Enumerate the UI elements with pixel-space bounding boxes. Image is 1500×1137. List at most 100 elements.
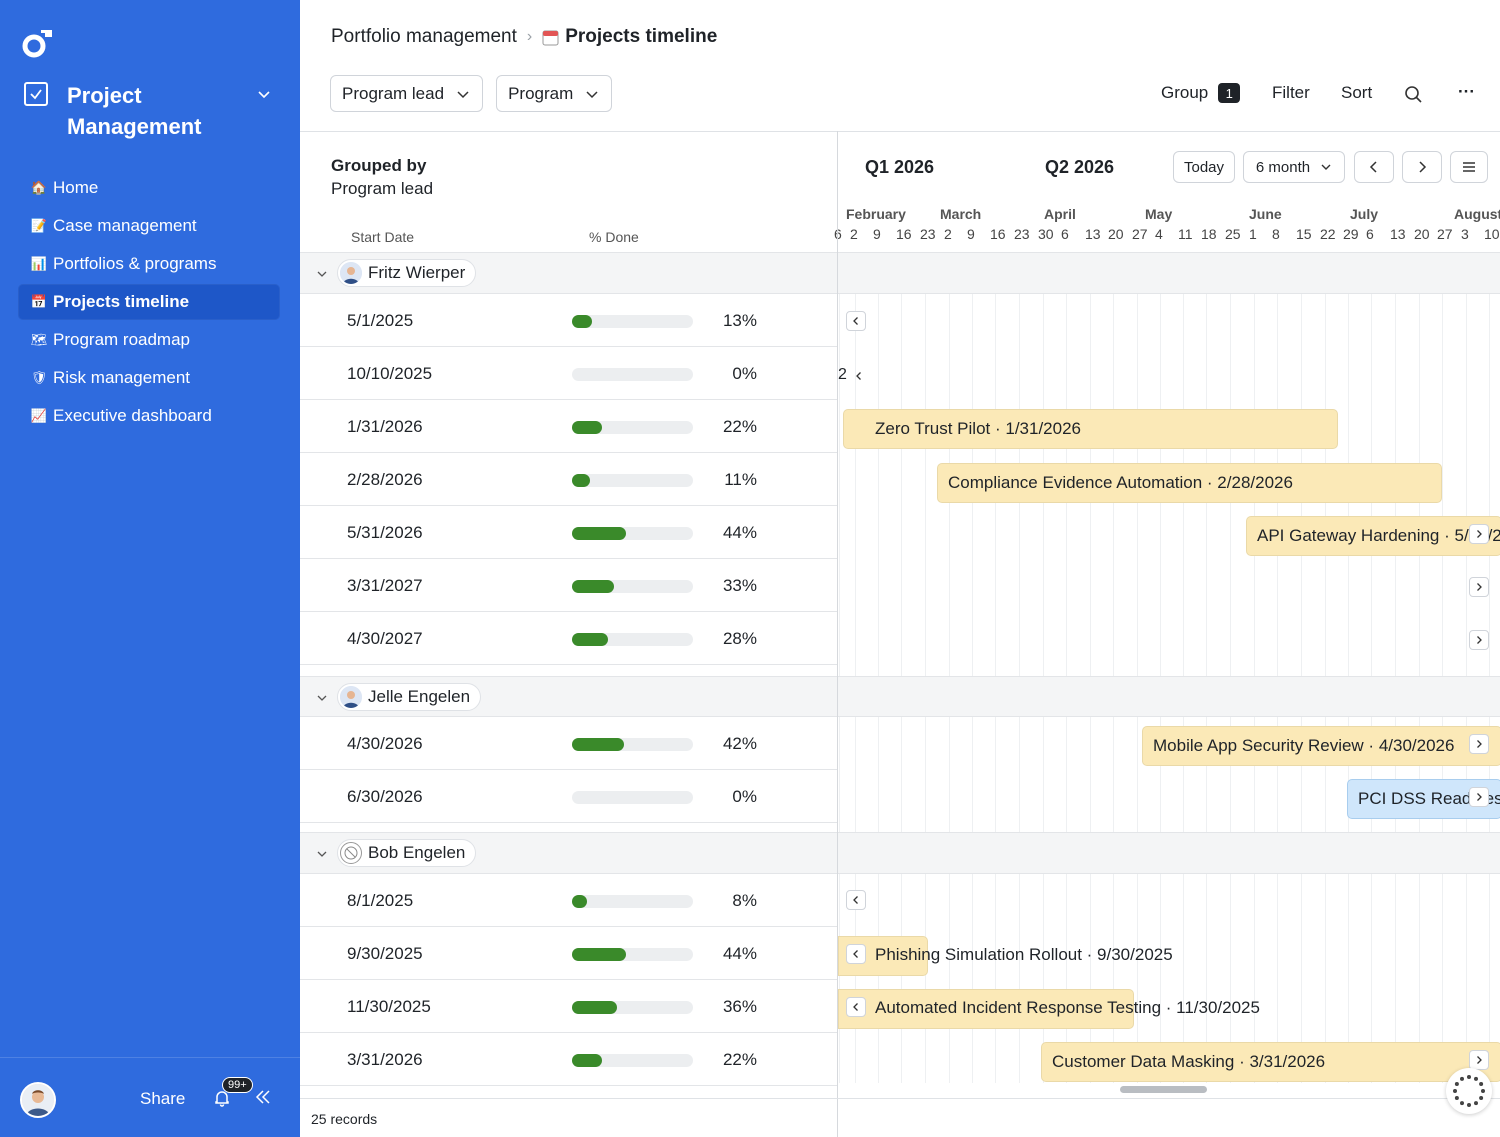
task-bar-api-gateway[interactable]: API Gateway Hardening · 5/31/2026 [1246,516,1500,556]
table-row[interactable]: 10/10/2025 0% [300,347,837,400]
percent-done-cell[interactable]: 22% [720,417,757,437]
percent-done-cell[interactable]: 13% [720,311,757,331]
percent-done-cell[interactable]: 44% [720,944,757,964]
app-logo-icon[interactable] [22,28,54,60]
start-date-cell[interactable]: 8/1/2025 [347,891,413,911]
day-label: 3 [1461,226,1469,242]
chevron-down-icon[interactable] [316,848,328,860]
pane-divider[interactable] [837,131,838,1137]
more-options-button[interactable]: ··· [1458,82,1475,102]
horizontal-scrollbar[interactable] [1120,1086,1207,1093]
share-button[interactable]: Share [140,1089,185,1109]
day-label: 27 [1132,226,1148,242]
timeline-prev-button[interactable] [1354,151,1394,183]
column-header-start-date[interactable]: Start Date [351,229,414,245]
scroll-to-task-button[interactable] [1469,524,1489,544]
group-header[interactable]: Bob Engelen [300,832,1500,874]
start-date-cell[interactable]: 5/31/2026 [347,523,423,543]
table-row[interactable]: 6/30/2026 0% [300,770,837,823]
scroll-to-task-button[interactable] [846,997,866,1017]
table-row[interactable]: 3/31/2026 22% [300,1033,837,1086]
group-button[interactable]: Group 1 [1161,83,1241,103]
table-row[interactable]: 9/30/2025 44% [300,927,837,980]
scroll-to-task-button[interactable] [849,366,869,386]
scroll-to-task-button[interactable] [1469,734,1489,754]
chevron-down-icon[interactable] [316,692,328,704]
scroll-to-task-button[interactable] [846,944,866,964]
breadcrumb: Portfolio management › Projects timeline [331,26,717,48]
table-row[interactable]: 2/28/2026 11% [300,453,837,506]
start-date-cell[interactable]: 4/30/2027 [347,629,423,649]
task-bar-mobile-app[interactable]: Mobile App Security Review · 4/30/2026 [1142,726,1500,766]
start-date-cell[interactable]: 1/31/2026 [347,417,423,437]
progress-fill [572,526,626,540]
percent-done-cell[interactable]: 44% [720,523,757,543]
scroll-to-task-button[interactable] [1469,1050,1489,1070]
start-date-cell[interactable]: 10/10/2025 [347,364,432,384]
chevron-down-icon[interactable] [316,268,328,280]
task-bar-zero-trust[interactable]: Zero Trust Pilot · 1/31/2026 [843,409,1338,449]
workspace-switcher[interactable]: Project Management [24,80,284,144]
user-avatar[interactable] [20,1082,56,1118]
scroll-to-task-button[interactable] [846,311,866,331]
sort-button[interactable]: Sort [1341,83,1372,103]
timeline-menu-button[interactable] [1450,151,1488,183]
sidebar-item-projects-timeline[interactable]: 📅 Projects timeline [18,284,280,320]
sidebar-item-case-management[interactable]: 📝 Case management [18,208,280,244]
start-date-cell[interactable]: 2/28/2026 [347,470,423,490]
start-date-cell[interactable]: 3/31/2026 [347,1050,423,1070]
percent-done-cell[interactable]: 28% [720,629,757,649]
sidebar-item-executive-dashboard[interactable]: 📈 Executive dashboard [18,398,280,434]
sidebar-item-home[interactable]: 🏠 Home [18,170,280,206]
start-date-cell[interactable]: 11/30/2025 [347,997,431,1017]
search-icon[interactable] [1404,85,1423,104]
program-lead-pill[interactable]: Fritz Wierper [337,259,477,287]
filter-button[interactable]: Filter [1272,83,1310,103]
sidebar-item-program-roadmap[interactable]: 🗺 Program roadmap [18,322,280,358]
program-lead-pill[interactable]: Jelle Engelen [337,682,482,711]
sidebar-item-label: Program roadmap [53,330,191,349]
today-button[interactable]: Today [1173,151,1235,183]
sidebar-item-portfolios-programs[interactable]: 📊 Portfolios & programs [18,246,280,282]
program-lead-dropdown[interactable]: Program lead [330,75,484,112]
collapse-sidebar-icon[interactable] [254,1088,272,1106]
group-header[interactable]: Jelle Engelen [300,676,1500,717]
table-row[interactable]: 11/30/2025 36% [300,980,837,1033]
sidebar-item-risk-management[interactable]: 🛡 Risk management [18,360,280,396]
percent-done-cell[interactable]: 8% [720,891,757,911]
table-row[interactable]: 8/1/2025 8% [300,874,837,927]
range-dropdown[interactable]: 6 month [1243,151,1345,183]
breadcrumb-parent[interactable]: Portfolio management [331,26,517,48]
group-header[interactable]: Fritz Wierper [300,252,1500,294]
column-header-done[interactable]: % Done [589,229,639,245]
table-row[interactable]: 5/1/2025 13% [300,294,837,347]
scroll-to-task-button[interactable] [846,890,866,910]
percent-done-cell[interactable]: 0% [720,787,757,807]
task-bar-customer-data[interactable]: Customer Data Masking · 3/31/2026 [1041,1042,1500,1082]
start-date-cell[interactable]: 4/30/2026 [347,734,423,754]
table-row[interactable]: 4/30/2027 28% [300,612,837,665]
program-dropdown[interactable]: Program [496,75,613,112]
day-label: 13 [1085,226,1101,242]
scroll-to-task-button[interactable] [1469,577,1489,597]
month-label: July [1350,206,1379,222]
program-lead-pill[interactable]: Bob Engelen [337,839,477,867]
start-date-cell[interactable]: 3/31/2027 [347,576,423,596]
percent-done-cell[interactable]: 0% [720,364,757,384]
timeline-next-button[interactable] [1402,151,1442,183]
start-date-cell[interactable]: 6/30/2026 [347,787,423,807]
table-row[interactable]: 4/30/2026 42% [300,717,837,770]
percent-done-cell[interactable]: 33% [720,576,757,596]
table-row[interactable]: 1/31/2026 22% [300,400,837,453]
task-bar-compliance[interactable]: Compliance Evidence Automation · 2/28/20… [937,463,1442,503]
start-date-cell[interactable]: 5/1/2025 [347,311,413,331]
percent-done-cell[interactable]: 36% [720,997,757,1017]
scroll-to-task-button[interactable] [1469,630,1489,650]
percent-done-cell[interactable]: 11% [720,470,757,490]
table-row[interactable]: 3/31/2027 33% [300,559,837,612]
percent-done-cell[interactable]: 42% [720,734,757,754]
table-row[interactable]: 5/31/2026 44% [300,506,837,559]
scroll-to-task-button[interactable] [1469,787,1489,807]
percent-done-cell[interactable]: 22% [720,1050,757,1070]
start-date-cell[interactable]: 9/30/2025 [347,944,423,964]
